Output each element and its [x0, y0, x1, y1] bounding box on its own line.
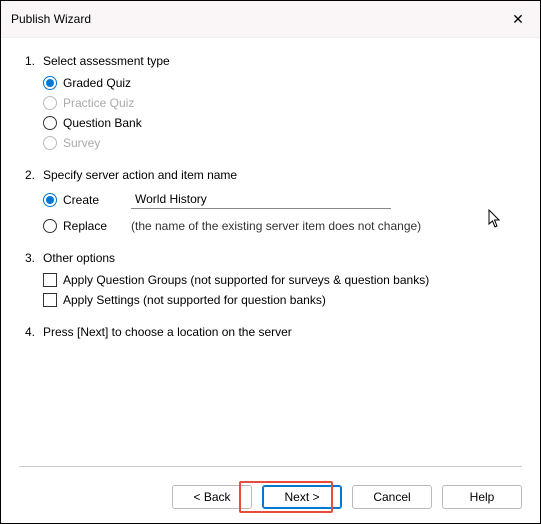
- radio-create[interactable]: Create: [43, 190, 516, 209]
- checkbox-icon: [43, 293, 57, 307]
- button-row: < Back Next > Cancel Help: [1, 485, 540, 509]
- step-2-number: 2.: [25, 168, 43, 182]
- checkbox-apply-groups[interactable]: Apply Question Groups (not supported for…: [43, 273, 516, 287]
- next-button[interactable]: Next >: [262, 485, 342, 509]
- step-3: 3. Other options Apply Question Groups (…: [25, 251, 516, 307]
- radio-question-bank[interactable]: Question Bank: [43, 116, 516, 130]
- step-4-title: Press [Next] to choose a location on the…: [43, 325, 292, 339]
- step-4-number: 4.: [25, 325, 43, 339]
- close-button[interactable]: ✕: [506, 7, 530, 31]
- checkbox-icon: [43, 273, 57, 287]
- step-3-number: 3.: [25, 251, 43, 265]
- radio-replace[interactable]: Replace (the name of the existing server…: [43, 219, 516, 233]
- step-1-title: Select assessment type: [43, 54, 170, 68]
- radio-survey[interactable]: Survey: [43, 136, 516, 150]
- checkbox-label: Apply Settings (not supported for questi…: [63, 293, 326, 307]
- window-title: Publish Wizard: [11, 12, 91, 26]
- radio-icon: [43, 193, 57, 207]
- step-4: 4. Press [Next] to choose a location on …: [25, 325, 516, 339]
- checkbox-apply-settings[interactable]: Apply Settings (not supported for questi…: [43, 293, 516, 307]
- radio-label: Practice Quiz: [63, 96, 134, 110]
- radio-label: Replace: [63, 219, 115, 233]
- radio-label: Question Bank: [63, 116, 142, 130]
- step-3-title: Other options: [43, 251, 115, 265]
- radio-label: Survey: [63, 136, 100, 150]
- radio-practice-quiz[interactable]: Practice Quiz: [43, 96, 516, 110]
- titlebar: Publish Wizard ✕: [1, 1, 540, 38]
- radio-graded-quiz[interactable]: Graded Quiz: [43, 76, 516, 90]
- wizard-content: 1. Select assessment type Graded Quiz Pr…: [1, 38, 540, 339]
- step-1-number: 1.: [25, 54, 43, 68]
- separator: [19, 466, 522, 467]
- radio-label: Graded Quiz: [63, 76, 131, 90]
- step-2: 2. Specify server action and item name C…: [25, 168, 516, 233]
- radio-icon: [43, 116, 57, 130]
- item-name-input[interactable]: [131, 190, 391, 209]
- back-button[interactable]: < Back: [172, 485, 252, 509]
- radio-label: Create: [63, 193, 115, 207]
- radio-icon: [43, 136, 57, 150]
- checkbox-label: Apply Question Groups (not supported for…: [63, 273, 429, 287]
- radio-icon: [43, 76, 57, 90]
- replace-note: (the name of the existing server item do…: [131, 219, 421, 233]
- cancel-button[interactable]: Cancel: [352, 485, 432, 509]
- step-1: 1. Select assessment type Graded Quiz Pr…: [25, 54, 516, 150]
- help-button[interactable]: Help: [442, 485, 522, 509]
- radio-icon: [43, 219, 57, 233]
- step-2-title: Specify server action and item name: [43, 168, 237, 182]
- radio-icon: [43, 96, 57, 110]
